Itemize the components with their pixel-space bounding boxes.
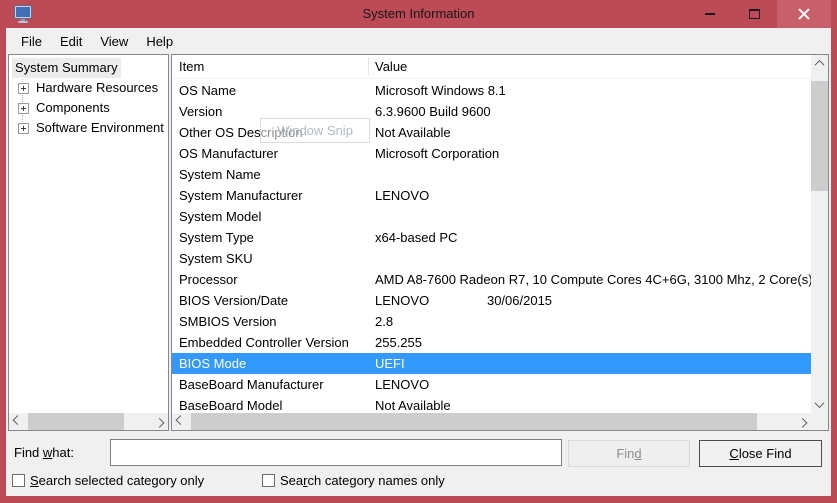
tree-item-components[interactable]: Components xyxy=(9,98,168,118)
value-cell: LENOVO xyxy=(368,374,811,395)
tree-item-software-environment[interactable]: Software Environment xyxy=(9,118,168,138)
table-row[interactable]: System Name xyxy=(172,164,811,185)
value-cell: Not Available xyxy=(368,122,811,143)
value-cell: x64-based PC xyxy=(368,227,811,248)
value-cell: 6.3.9600 Build 9600 xyxy=(368,101,811,122)
tree-item-system-summary[interactable]: System Summary xyxy=(9,58,168,78)
item-cell: System SKU xyxy=(172,248,368,269)
scroll-right-arrow-icon[interactable] xyxy=(794,413,811,430)
item-cell: System Type xyxy=(172,227,368,248)
item-cell: Processor xyxy=(172,269,368,290)
find-input[interactable] xyxy=(110,439,562,466)
value-cell: LENOVO 30/06/2015 xyxy=(368,290,811,311)
close-find-button[interactable]: Close Find xyxy=(699,440,822,467)
item-cell: OS Manufacturer xyxy=(172,143,368,164)
value-cell xyxy=(368,206,811,227)
item-cell: BIOS Version/Date xyxy=(172,290,368,311)
search-category-names-checkbox[interactable] xyxy=(262,474,275,487)
search-category-names-label[interactable]: Search category names only xyxy=(280,472,445,489)
window-snip-ghost-tooltip: Window Snip xyxy=(260,118,370,143)
value-cell: UEFI xyxy=(368,353,811,374)
menu-view[interactable]: View xyxy=(91,32,137,51)
expand-plus-icon[interactable] xyxy=(18,103,29,114)
list-horizontal-scrollbar[interactable] xyxy=(172,413,811,430)
table-row[interactable]: System SKU xyxy=(172,248,811,269)
search-selected-category-label[interactable]: Search selected category only xyxy=(30,472,204,489)
tree-horizontal-scrollbar[interactable] xyxy=(9,413,168,430)
value-cell: 2.8 xyxy=(368,311,811,332)
details-list: Item Value OS NameMicrosoft Windows 8.1V… xyxy=(171,54,829,431)
table-row[interactable]: BIOS Version/DateLENOVO 30/06/2015 xyxy=(172,290,811,311)
scroll-up-arrow-icon[interactable] xyxy=(811,55,828,72)
maximize-icon xyxy=(749,9,760,19)
maximize-button[interactable] xyxy=(732,0,777,28)
column-header-value[interactable]: Value xyxy=(375,55,407,78)
close-icon xyxy=(798,8,810,20)
scroll-left-arrow-icon[interactable] xyxy=(9,413,26,430)
scroll-left-arrow-icon[interactable] xyxy=(172,413,189,430)
item-cell: System Manufacturer xyxy=(172,185,368,206)
scroll-down-arrow-icon[interactable] xyxy=(811,396,828,413)
tree-item-hardware-resources[interactable]: Hardware Resources xyxy=(9,78,168,98)
window-border-left xyxy=(0,28,6,503)
item-cell: BaseBoard Manufacturer xyxy=(172,374,368,395)
table-row[interactable]: BaseBoard ManufacturerLENOVO xyxy=(172,374,811,395)
table-row[interactable]: Embedded Controller Version255.255 xyxy=(172,332,811,353)
table-row[interactable]: ProcessorAMD A8-7600 Radeon R7, 10 Compu… xyxy=(172,269,811,290)
tree-item-label: System Summary xyxy=(12,58,121,78)
scrollbar-thumb[interactable] xyxy=(811,81,828,191)
list-header: Item Value xyxy=(172,55,811,79)
item-cell: SMBIOS Version xyxy=(172,311,368,332)
tree-item-label: Components xyxy=(36,98,110,118)
window-border-bottom xyxy=(0,496,837,503)
title-bar: System Information xyxy=(0,0,837,28)
system-information-window: System Information File Edit View Help S… xyxy=(0,0,837,503)
scroll-right-arrow-icon[interactable] xyxy=(151,413,168,430)
value-cell xyxy=(368,248,811,269)
table-row[interactable]: BIOS ModeUEFI xyxy=(172,353,811,374)
item-cell: BIOS Mode xyxy=(172,353,368,374)
value-cell: LENOVO xyxy=(368,185,811,206)
menu-bar: File Edit View Help xyxy=(6,28,831,54)
item-cell: OS Name xyxy=(172,80,368,101)
table-row[interactable]: System Typex64-based PC xyxy=(172,227,811,248)
table-row[interactable]: System ManufacturerLENOVO xyxy=(172,185,811,206)
find-button[interactable]: Find xyxy=(568,440,690,467)
minimize-icon xyxy=(705,13,715,15)
table-row[interactable]: BaseBoard ModelNot Available xyxy=(172,395,811,413)
scrollbar-corner xyxy=(811,413,828,430)
close-button[interactable] xyxy=(777,0,831,28)
minimize-button[interactable] xyxy=(687,0,732,28)
expand-plus-icon[interactable] xyxy=(18,83,29,94)
value-cell: Not Available xyxy=(368,395,811,413)
scrollbar-thumb[interactable] xyxy=(191,413,757,430)
value-cell: 255.255 xyxy=(368,332,811,353)
table-row[interactable]: System Model xyxy=(172,206,811,227)
expand-plus-icon[interactable] xyxy=(18,123,29,134)
item-cell: System Name xyxy=(172,164,368,185)
item-cell: BaseBoard Model xyxy=(172,395,368,413)
item-cell: Embedded Controller Version xyxy=(172,332,368,353)
value-cell: Microsoft Windows 8.1 xyxy=(368,80,811,101)
value-cell xyxy=(368,164,811,185)
column-divider[interactable] xyxy=(368,58,369,75)
window-border-right xyxy=(831,28,837,503)
menu-help[interactable]: Help xyxy=(137,32,182,51)
table-row[interactable]: SMBIOS Version2.8 xyxy=(172,311,811,332)
search-selected-category-checkbox[interactable] xyxy=(12,474,25,487)
tree-item-label: Software Environment xyxy=(36,118,164,138)
table-row[interactable]: OS ManufacturerMicrosoft Corporation xyxy=(172,143,811,164)
value-cell: AMD A8-7600 Radeon R7, 10 Compute Cores … xyxy=(368,269,811,290)
scrollbar-thumb[interactable] xyxy=(28,413,124,430)
item-cell: System Model xyxy=(172,206,368,227)
category-tree: System SummaryHardware ResourcesComponen… xyxy=(8,54,169,431)
value-cell: Microsoft Corporation xyxy=(368,143,811,164)
menu-file[interactable]: File xyxy=(12,32,51,51)
table-row[interactable]: OS NameMicrosoft Windows 8.1 xyxy=(172,80,811,101)
list-vertical-scrollbar[interactable] xyxy=(811,55,828,413)
menu-edit[interactable]: Edit xyxy=(51,32,91,51)
find-what-label: Find what: xyxy=(14,445,74,460)
column-header-item[interactable]: Item xyxy=(179,55,204,78)
tree-item-label: Hardware Resources xyxy=(36,78,158,98)
